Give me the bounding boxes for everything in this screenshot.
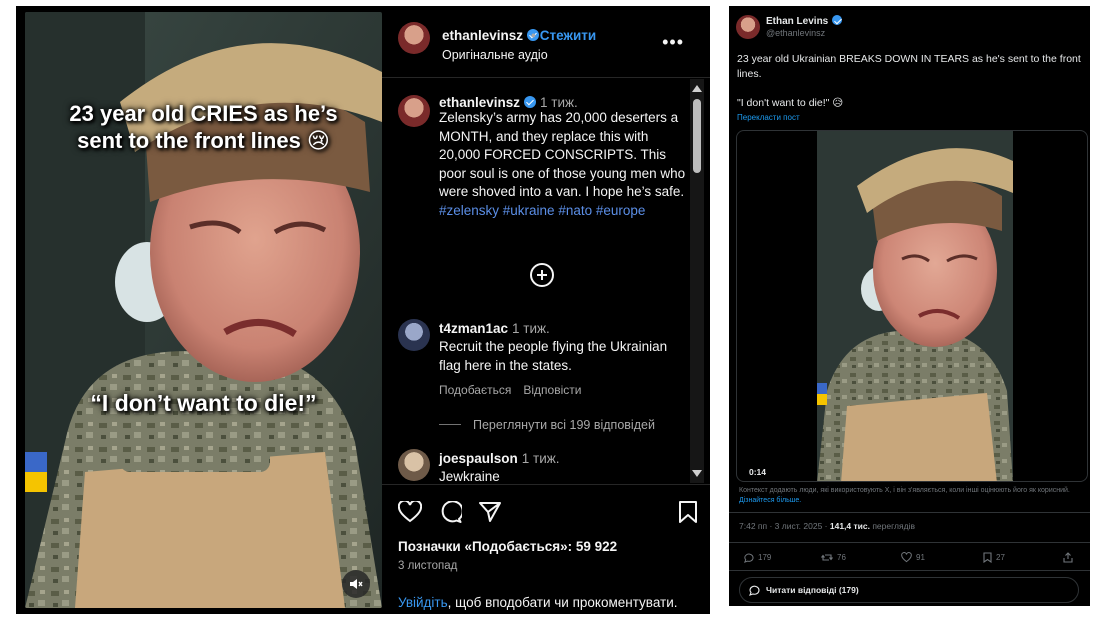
- post-meta: 7:42 пп · 3 лист. 2025 · 141,4 тис. пере…: [739, 521, 915, 531]
- avatar[interactable]: [398, 319, 430, 351]
- speaker-muted-icon: [350, 579, 363, 589]
- share-button[interactable]: [1063, 552, 1073, 563]
- caption-text: Zelensky’s army has 20,000 deserters a M…: [439, 110, 686, 199]
- x-handle[interactable]: @ethanlevinsz: [766, 28, 825, 38]
- share-icon[interactable]: [478, 501, 502, 523]
- post-header: ethanlevinsz • Стежити Оригінальне аудіо …: [382, 6, 710, 78]
- more-options-icon[interactable]: •••: [662, 32, 684, 53]
- avatar[interactable]: [398, 22, 430, 54]
- read-replies-button[interactable]: Читати відповіді (179): [739, 577, 1079, 603]
- x-video-player[interactable]: [817, 131, 1013, 481]
- original-audio-link[interactable]: Оригінальне аудіо: [442, 48, 548, 62]
- x-display-name[interactable]: Ethan Levins: [766, 15, 843, 27]
- follow-button[interactable]: • Стежити: [531, 28, 596, 43]
- likes-count[interactable]: Позначки «Подобається»: 59 922: [398, 539, 617, 554]
- caption-author: ethanlevinsz 1 тиж.: [439, 95, 578, 110]
- login-prompt-text: , щоб вподобати чи прокоментувати.: [447, 595, 678, 610]
- community-note: Контекст додають люди, які використовуют…: [739, 486, 1084, 505]
- avatar[interactable]: [736, 15, 760, 39]
- post-timestamp[interactable]: 7:42 пп · 3 лист. 2025 ·: [739, 521, 830, 531]
- video-duration: 0:14: [749, 467, 767, 477]
- comment-text: Recruit the people flying the Ukrainian …: [439, 339, 668, 373]
- video-frame-image: [817, 131, 1013, 481]
- translate-post-link[interactable]: Перекласти пост: [737, 113, 800, 122]
- scroll-up-icon[interactable]: [692, 85, 702, 92]
- x-post-text: 23 year old Ukrainian BREAKS DOWN IN TEA…: [737, 52, 1087, 111]
- username-text[interactable]: ethanlevinsz: [442, 28, 523, 43]
- avatar[interactable]: [398, 449, 430, 481]
- views-label: переглядів: [869, 521, 915, 531]
- comment-author: t4zman1ac 1 тиж.: [439, 321, 550, 336]
- learn-more-link[interactable]: Дізнайтеся більше.: [739, 497, 801, 504]
- comment-like-button[interactable]: Подобається: [439, 383, 511, 397]
- post-sidebar: ethanlevinsz • Стежити Оригінальне аудіо …: [382, 6, 710, 614]
- heart-icon[interactable]: [398, 501, 422, 523]
- video-caption-line-1: 23 year old CRIES as he’s: [69, 101, 338, 126]
- verified-badge-icon: [524, 96, 537, 108]
- comment-actions: Подобається Відповісти: [439, 383, 593, 397]
- comment-reply-button[interactable]: Відповісти: [523, 383, 581, 397]
- separator-dot: •: [531, 28, 536, 43]
- views-count: 141,4 тис.: [829, 521, 870, 531]
- reply-count: 179: [758, 553, 772, 562]
- display-name-text[interactable]: Ethan Levins: [766, 16, 828, 27]
- repost-count: 76: [837, 553, 846, 562]
- comments-scroll-area[interactable]: ethanlevinsz 1 тиж. Zelensky’s army has 2…: [382, 79, 710, 483]
- load-more-comments-icon[interactable]: [530, 263, 554, 287]
- bookmark-button[interactable]: 27: [983, 552, 1005, 563]
- comment-text: Jewkraine: [439, 469, 500, 483]
- caption-username[interactable]: ethanlevinsz: [439, 95, 520, 110]
- mute-button[interactable]: [342, 570, 370, 598]
- bookmark-icon[interactable]: [678, 501, 698, 523]
- view-replies-link[interactable]: Переглянути всі 199 відповідей: [439, 418, 655, 432]
- divider: [729, 542, 1090, 543]
- repost-button[interactable]: 76: [821, 552, 846, 563]
- engagement-bar: 179 76 91 27: [739, 552, 1079, 566]
- comment-username[interactable]: joespaulson: [439, 451, 518, 466]
- comment-icon[interactable]: [438, 501, 462, 523]
- scrollbar[interactable]: [690, 79, 704, 483]
- comment-author: joespaulson 1 тиж.: [439, 451, 560, 466]
- x-post-panel: Ethan Levins @ethanlevinsz 23 year old U…: [729, 6, 1090, 606]
- video-player[interactable]: 23 year old CRIES as he’s sent to the fr…: [25, 12, 382, 608]
- caption-time: 1 тиж.: [540, 95, 578, 110]
- repost-icon: [821, 554, 833, 561]
- video-caption-quote: “I don’t want to die!”: [90, 390, 317, 416]
- video-caption-top: 23 year old CRIES as he’s sent to the fr…: [25, 100, 382, 154]
- video-caption-line-2: sent to the front lines 😢: [77, 128, 330, 153]
- hashtags[interactable]: #zelensky #ukraine #nato #europe: [439, 202, 689, 221]
- instagram-post-panel: 23 year old CRIES as he’s sent to the fr…: [16, 6, 710, 614]
- share-icon: [1063, 552, 1073, 563]
- read-replies-label[interactable]: Читати відповіді (179): [766, 585, 859, 595]
- bookmark-icon: [983, 552, 992, 563]
- comment-username[interactable]: t4zman1ac: [439, 321, 508, 336]
- scroll-down-icon[interactable]: [692, 470, 702, 477]
- divider: [729, 512, 1090, 513]
- post-date: 3 листопад: [398, 560, 458, 572]
- login-prompt: Увійдіть, щоб вподобати чи прокоментуват…: [398, 595, 678, 610]
- comment-time: 1 тиж.: [521, 451, 560, 466]
- reply-button[interactable]: 179: [743, 552, 771, 563]
- x-video-container[interactable]: 0:14: [736, 130, 1088, 482]
- community-note-text: Контекст додають люди, які використовуют…: [739, 487, 1070, 494]
- like-button[interactable]: 91: [901, 552, 925, 563]
- post-footer: Позначки «Подобається»: 59 922 3 листопа…: [382, 484, 710, 614]
- login-link[interactable]: Увійдіть: [398, 595, 448, 610]
- scrollbar-thumb[interactable]: [693, 99, 701, 173]
- comment-time: 1 тиж.: [512, 321, 550, 336]
- divider: [729, 570, 1090, 571]
- reply-icon: [743, 553, 754, 563]
- follow-label[interactable]: Стежити: [540, 28, 596, 43]
- header-username[interactable]: ethanlevinsz: [442, 28, 540, 43]
- post-caption: Zelensky’s army has 20,000 deserters a M…: [439, 109, 689, 220]
- speech-bubble-icon: [749, 585, 760, 596]
- like-count: 91: [916, 553, 925, 562]
- verified-badge-icon: [832, 15, 843, 25]
- avatar[interactable]: [398, 95, 430, 127]
- heart-icon: [901, 552, 912, 563]
- bookmark-count: 27: [996, 553, 1005, 562]
- x-post-text-line-1: 23 year old Ukrainian BREAKS DOWN IN TEA…: [737, 53, 1081, 80]
- x-post-text-line-2: "I don't want to die!" 😥: [737, 97, 844, 109]
